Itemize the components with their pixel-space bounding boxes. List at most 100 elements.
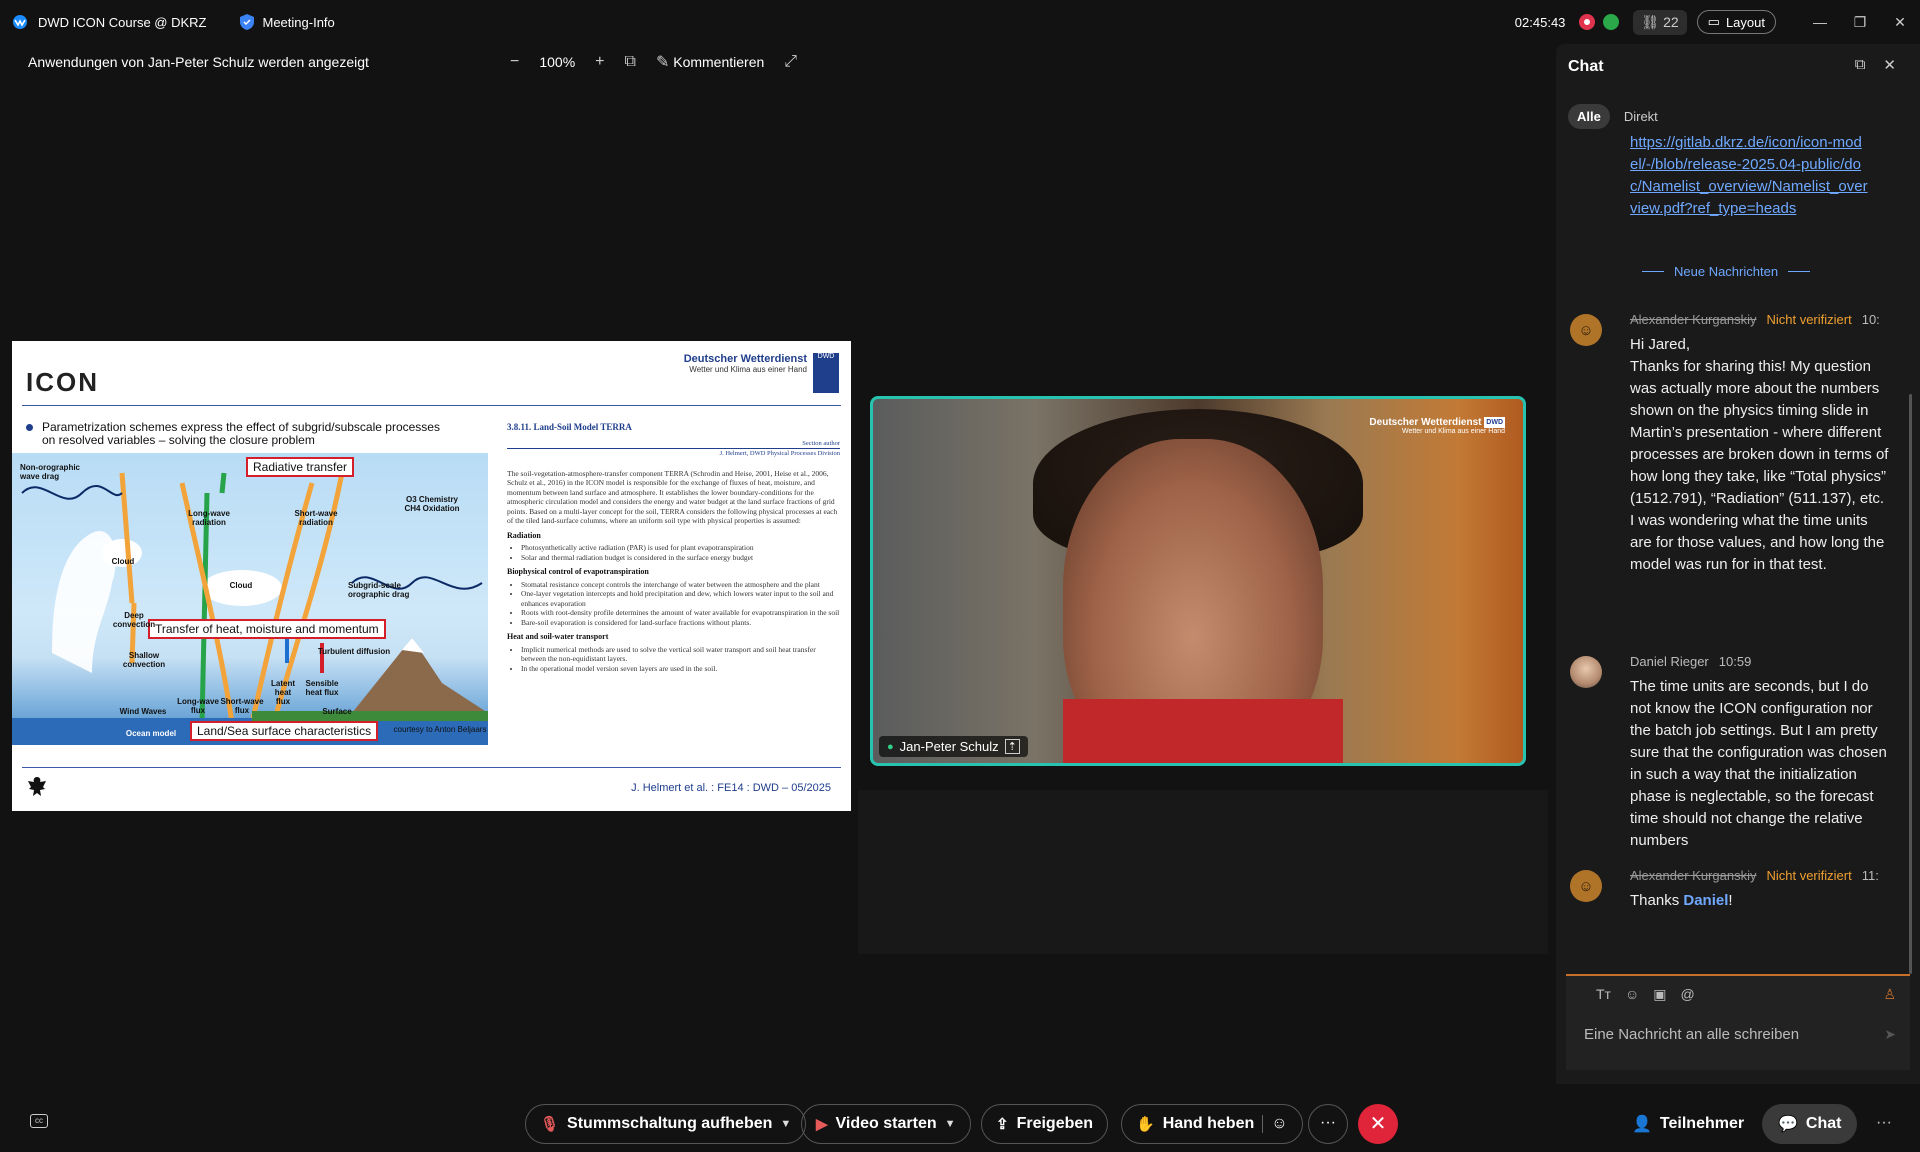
emoji-icon[interactable]: ☺	[1625, 986, 1639, 1003]
restore-button[interactable]: ❐	[1840, 14, 1880, 31]
bullet-line-2: on resolved variables – solving the clos…	[42, 433, 315, 447]
mention[interactable]: Daniel	[1683, 892, 1728, 909]
video-dwd-emblem: DWD	[1484, 417, 1505, 428]
unverified-badge: Nicht verifiziert	[1766, 312, 1852, 327]
label-latent: Latent heat flux	[271, 679, 295, 706]
federal-eagle-icon	[28, 777, 46, 796]
chat-input[interactable]: Eine Nachricht an alle schreiben	[1584, 1026, 1799, 1043]
sharing-icon: ⇡	[1004, 739, 1020, 754]
video-tile-active-speaker[interactable]: Deutscher Wetterdienst DWD Wetter und Kl…	[870, 396, 1526, 766]
gif-icon[interactable]: ▣	[1653, 986, 1666, 1003]
label-surface: Surface	[322, 707, 352, 716]
mention-icon[interactable]: @	[1681, 986, 1695, 1003]
message-header: Alexander Kurganskiy Nicht verifiziert 11:	[1630, 868, 1879, 883]
chevron-down-icon[interactable]: ▼	[945, 1118, 956, 1130]
avatar-placeholder-icon: ☺	[1570, 870, 1602, 902]
chat-button[interactable]: 💬 Chat	[1762, 1104, 1858, 1144]
chat-compose: Tт ☺ ▣ @ ♙ Eine Nachricht an alle schrei…	[1566, 974, 1910, 1070]
compose-toolbar: Tт ☺ ▣ @	[1596, 986, 1695, 1003]
annotate-label: Kommentieren	[673, 54, 765, 70]
label-lw-flux: Long-wave flux	[177, 697, 219, 715]
slide-rule	[22, 405, 841, 406]
recording-icon[interactable]	[1579, 14, 1596, 30]
chat-link[interactable]: https://gitlab.dkrz.de/icon/icon-model/-…	[1630, 132, 1870, 220]
share-label: Freigeben	[1016, 1115, 1094, 1132]
app-title: DWD ICON Course @ DKRZ	[38, 14, 207, 30]
share-toolbar: − 100% + ⧉ ✎ Kommentieren ⤢	[510, 52, 797, 72]
participants-button[interactable]: 👤 Teilnehmer	[1616, 1104, 1760, 1144]
filter-direct-tab[interactable]: Direkt	[1624, 109, 1658, 124]
filter-all-tab[interactable]: Alle	[1568, 104, 1610, 129]
label-deep: Deep convection	[112, 611, 156, 629]
parametrization-diagram: Radiative transfer Transfer of heat, moi…	[12, 453, 488, 745]
close-chat-icon[interactable]: ✕	[1883, 56, 1896, 74]
zoom-in-button[interactable]: +	[595, 53, 604, 71]
overflow-menu-button[interactable]: ···	[1876, 1114, 1892, 1132]
remote-control-icon[interactable]: ⧉	[625, 53, 636, 71]
fullscreen-icon[interactable]: ⤢	[784, 53, 797, 71]
label-transfer-heat: Transfer of heat, moisture and momentum	[148, 619, 386, 639]
send-icon[interactable]: ➤	[1884, 1026, 1896, 1043]
start-video-button[interactable]: ▶ Video starten ▼	[801, 1104, 971, 1144]
title-left: DWD ICON Course @ DKRZ Meeting-Info	[12, 13, 335, 31]
label-cloud-2: Cloud	[229, 581, 253, 590]
video-dwd-tagline: Wetter und Klima aus einer Hand	[1402, 428, 1505, 435]
message-header: Daniel Rieger 10:59	[1630, 654, 1751, 669]
text-meta-2: J. Helmert, DWD Physical Processes Divis…	[507, 448, 840, 459]
unmute-label: Stummschaltung aufheben	[567, 1115, 773, 1132]
chat-filter: Alle Direkt	[1568, 104, 1658, 129]
message-body: Thanks Daniel!	[1630, 890, 1890, 912]
message-sender: Alexander Kurganskiy	[1630, 868, 1757, 883]
text-format-icon[interactable]: Tт	[1596, 986, 1611, 1003]
dwd-logo: Deutscher Wetterdienst Wetter und Klima …	[684, 353, 807, 374]
network-health-icon[interactable]	[1603, 14, 1620, 30]
text-heading: 3.8.11. Land-Soil Model TERRA	[507, 422, 632, 432]
chat-bubble-icon: 💬	[1778, 1116, 1798, 1133]
avatar	[1570, 656, 1602, 688]
unmute-button[interactable]: 🎙 Stummschaltung aufheben ▼	[525, 1104, 807, 1144]
video-label: Video starten	[835, 1115, 937, 1132]
icon-logo: ICON	[26, 367, 99, 397]
label-radiative-transfer: Radiative transfer	[246, 457, 355, 477]
chat-panel: Chat ⧉ ✕ Alle Direkt https://gitlab.dkrz…	[1556, 44, 1920, 1084]
more-options-button[interactable]: ···	[1308, 1104, 1348, 1144]
meeting-controls: cc 🎙 Stummschaltung aufheben ▼ ▶ Video s…	[0, 1100, 1920, 1152]
chat-controls: ⧉ ✕	[1855, 56, 1896, 74]
participants-label: Teilnehmer	[1659, 1115, 1745, 1132]
close-window-button[interactable]: ✕	[1880, 14, 1920, 31]
layout-button[interactable]: ▭ Layout	[1696, 10, 1776, 34]
participants-icon: 👤	[1632, 1116, 1652, 1133]
chat-scrollbar[interactable]	[1909, 394, 1912, 974]
participant-count: 22	[1663, 13, 1679, 30]
recipient-icon[interactable]: ♙	[1883, 986, 1896, 1003]
reactions-icon[interactable]: ☺	[1262, 1115, 1288, 1133]
label-wind-waves: Wind Waves	[119, 707, 167, 716]
raise-hand-button[interactable]: ✋ Hand heben ☺	[1121, 1104, 1303, 1144]
dwd-name: Deutscher Wetterdienst	[683, 353, 807, 365]
zoom-out-button[interactable]: −	[510, 53, 519, 71]
share-button[interactable]: ⇪ Freigeben	[981, 1104, 1109, 1144]
annotate-button[interactable]: ✎ Kommentieren	[656, 52, 764, 72]
shared-slide: ICON Deutscher Wetterdienst Wetter und K…	[12, 341, 851, 811]
minimize-button[interactable]: —	[1800, 14, 1840, 30]
slide-text-column: 3.8.11. Land-Soil Model TERRA Section au…	[507, 422, 840, 673]
share-banner: Anwendungen von Jan-Peter Schulz werden …	[28, 54, 369, 70]
pop-out-icon[interactable]: ⧉	[1855, 56, 1866, 74]
dwd-emblem: DWD	[813, 353, 839, 393]
label-nonoro: Non-orographic wave drag	[20, 463, 80, 481]
meeting-clock: 02:45:43	[1514, 14, 1566, 30]
captions-icon[interactable]: cc	[30, 1114, 48, 1128]
text-item: Bare-soil evaporation is considered for …	[521, 618, 840, 628]
message-sender: Alexander Kurganskiy	[1630, 312, 1757, 327]
message-body: The time units are seconds, but I do not…	[1630, 678, 1887, 849]
text-item: Stomatal resistance concept controls the…	[521, 580, 840, 590]
share-icon: ⇪	[996, 1116, 1009, 1133]
video-dwd-name: Deutscher Wetterdienst	[1369, 417, 1482, 428]
end-call-button[interactable]: ✕	[1358, 1104, 1398, 1144]
hand-icon: ✋	[1136, 1116, 1155, 1133]
text-section-1: Radiation	[507, 530, 541, 540]
meeting-info-button[interactable]: Meeting-Info	[239, 13, 335, 31]
text-item: Roots with root-density profile determin…	[521, 608, 840, 618]
chevron-down-icon[interactable]: ▼	[780, 1118, 791, 1130]
participant-count-badge[interactable]: ⛓ 22	[1633, 9, 1687, 35]
